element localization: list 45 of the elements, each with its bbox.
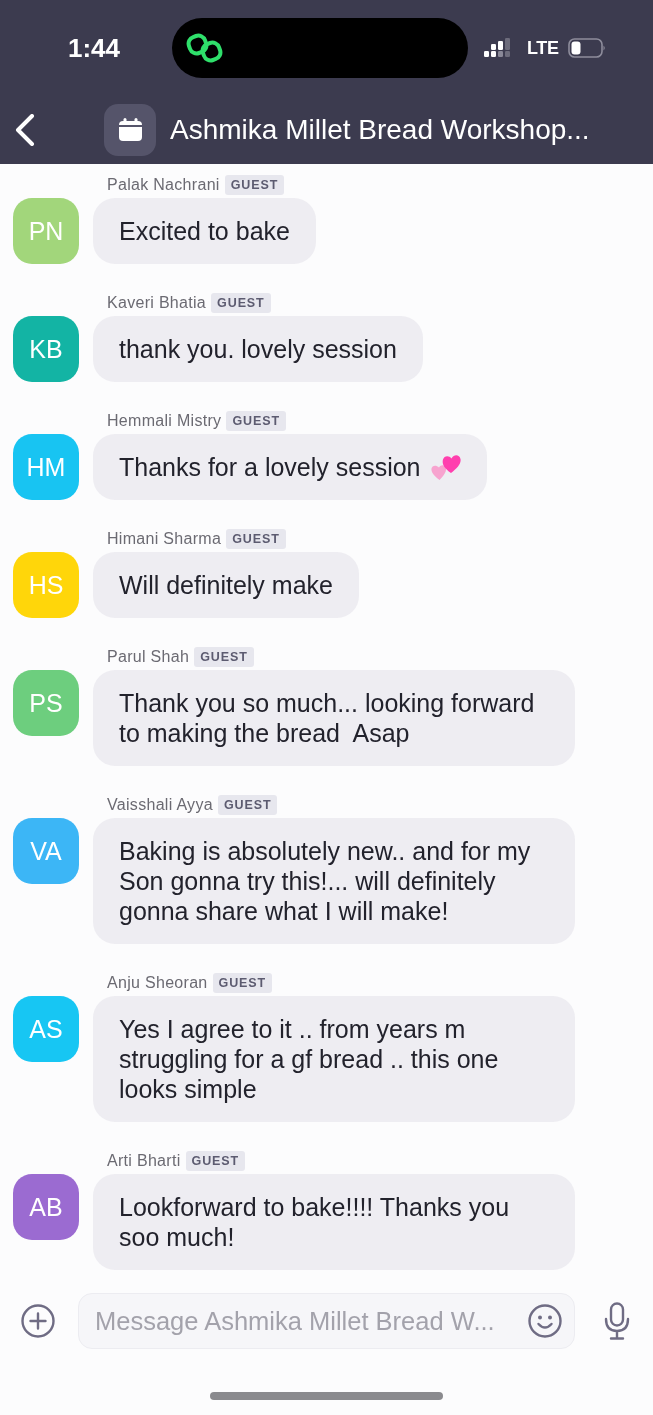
avatar[interactable]: KB bbox=[13, 316, 79, 382]
avatar[interactable]: PS bbox=[13, 670, 79, 736]
author-name: Arti Bharti bbox=[107, 1152, 181, 1170]
battery-icon bbox=[567, 38, 606, 58]
add-icon[interactable] bbox=[21, 1304, 55, 1338]
author-name: Himani Sharma bbox=[107, 530, 222, 548]
guest-badge: GUEST bbox=[211, 293, 271, 313]
avatar[interactable]: HS bbox=[13, 552, 79, 618]
message-text: Baking is absolutely new.. and for my Son gonna try this!... will definitely gonna share what I will make! bbox=[119, 836, 532, 926]
guest-badge: GUEST bbox=[185, 1151, 246, 1171]
guest-badge: GUEST bbox=[212, 973, 273, 993]
message-text: Thank you so much... looking forward to making the bread Asap bbox=[119, 688, 536, 748]
guest-badge: GUEST bbox=[226, 529, 286, 549]
network-label: LTE bbox=[527, 37, 559, 59]
microphone-icon[interactable] bbox=[604, 1302, 630, 1340]
message-text: Will definitely make bbox=[119, 570, 333, 600]
author-name: Parul Shah bbox=[107, 648, 190, 666]
two-hearts-icon bbox=[430, 452, 461, 482]
author-name: Vaisshali Ayya bbox=[107, 796, 213, 814]
link-icon bbox=[186, 33, 224, 63]
message-text: Excited to bake bbox=[119, 216, 290, 246]
avatar[interactable]: PN bbox=[13, 198, 79, 264]
message-text: Thanks for a lovely session bbox=[119, 452, 421, 482]
guest-badge: GUEST bbox=[224, 175, 285, 195]
chat-title: Ashmika Millet Bread Workshop... bbox=[170, 114, 590, 146]
message-text: Lookforward to bake!!!! Thanks you soo much! bbox=[119, 1192, 511, 1252]
emoji-icon[interactable] bbox=[528, 1304, 562, 1338]
avatar[interactable]: AB bbox=[13, 1174, 79, 1240]
message-text: Yes I agree to it .. from years m struggling for a gf bread .. this one looks simple bbox=[119, 1014, 500, 1104]
avatar[interactable]: AS bbox=[13, 996, 79, 1062]
signal-icon bbox=[484, 38, 510, 58]
author-name: Kaveri Bhatia bbox=[107, 294, 207, 312]
author-name: Hemmali Mistry bbox=[107, 412, 222, 430]
guest-badge: GUEST bbox=[194, 647, 254, 667]
status-time: 1:44 bbox=[68, 32, 122, 64]
author-name: Palak Nachrani bbox=[107, 176, 220, 194]
guest-badge: GUEST bbox=[217, 795, 278, 815]
author-name: Anju Sheoran bbox=[107, 974, 208, 992]
guest-badge: GUEST bbox=[226, 411, 286, 431]
calendar-icon bbox=[104, 104, 156, 156]
avatar[interactable]: HM bbox=[13, 434, 79, 500]
back-icon[interactable] bbox=[14, 114, 36, 146]
avatar[interactable]: VA bbox=[13, 818, 79, 884]
message-field[interactable]: Message Ashmika Millet Bread W... bbox=[78, 1293, 575, 1349]
message-text: thank you. lovely session bbox=[119, 334, 397, 364]
